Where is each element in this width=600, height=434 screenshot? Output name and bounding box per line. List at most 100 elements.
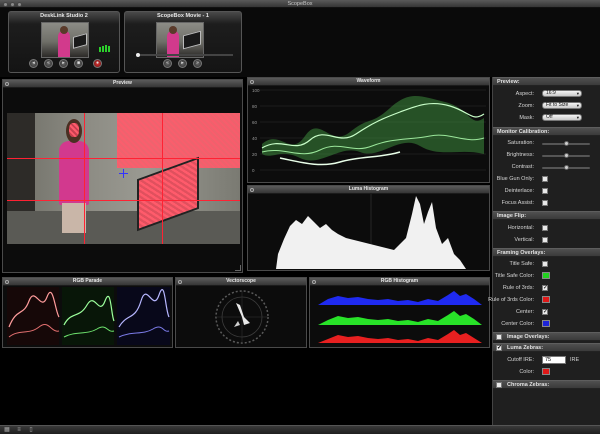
waveform-trace bbox=[260, 89, 486, 171]
scale-label: 100 bbox=[252, 88, 260, 93]
rule-thirds-checkbox[interactable]: ✓ bbox=[542, 285, 548, 291]
aspect-select[interactable]: 16:9 ▾ bbox=[542, 90, 582, 97]
deinterlace-checkbox[interactable] bbox=[542, 188, 548, 194]
mask-select[interactable]: Off ▾ bbox=[542, 114, 582, 121]
zoom-select[interactable]: Fit to Size ▾ bbox=[542, 102, 582, 109]
preview-section-header[interactable]: Preview: bbox=[493, 77, 600, 86]
close-panel-icon[interactable] bbox=[5, 279, 9, 284]
rgb-histogram-graph bbox=[318, 291, 482, 343]
title-safe-color-swatch[interactable] bbox=[542, 272, 550, 279]
luma-zebras-checkbox[interactable]: ✓ bbox=[496, 345, 502, 351]
source-thumbnail[interactable] bbox=[41, 22, 89, 58]
luma-zebras-header[interactable]: ✓ Luma Zebras: bbox=[493, 343, 600, 352]
rule-thirds-color-label: Rule of 3rds Color: bbox=[488, 297, 534, 303]
brightness-label: Brightness: bbox=[506, 152, 534, 158]
horizontal-flip-checkbox[interactable] bbox=[542, 225, 548, 231]
scale-label: 0 bbox=[252, 168, 255, 173]
title-safe-checkbox[interactable] bbox=[542, 261, 548, 267]
close-panel-icon[interactable] bbox=[250, 187, 254, 192]
playhead-knob[interactable] bbox=[136, 52, 140, 57]
close-panel-icon[interactable] bbox=[178, 279, 182, 284]
rewind-button[interactable]: « bbox=[44, 59, 53, 68]
center-color-swatch[interactable] bbox=[542, 320, 550, 327]
blue-gun-checkbox[interactable] bbox=[542, 176, 548, 182]
chroma-zebras-checkbox[interactable] bbox=[496, 382, 502, 388]
cutoff-label: Cutoff IRE: bbox=[507, 357, 534, 363]
stop-button[interactable]: ■ bbox=[74, 59, 83, 68]
close-panel-icon[interactable] bbox=[5, 81, 9, 86]
focus-assist-checkbox[interactable] bbox=[542, 200, 548, 206]
saturation-slider[interactable] bbox=[542, 141, 590, 146]
mute-button[interactable]: ◂ bbox=[29, 59, 38, 68]
bottom-toolbar: ▦ ≡ ▯ bbox=[0, 425, 600, 434]
close-panel-icon[interactable] bbox=[312, 279, 316, 284]
image-overlays-checkbox[interactable] bbox=[496, 334, 502, 340]
play-button[interactable]: ▸ bbox=[178, 59, 187, 68]
center-color-label: Center Color: bbox=[501, 321, 534, 327]
panel-title: RGB Parade bbox=[3, 278, 172, 286]
image-overlays-label: Image Overlays: bbox=[507, 334, 550, 340]
title-safe-color-label: Title Safe Color: bbox=[494, 273, 534, 279]
brightness-slider[interactable] bbox=[542, 153, 590, 158]
vertical-label: Vertical: bbox=[514, 237, 534, 243]
brightness-knob[interactable] bbox=[563, 153, 569, 158]
chroma-zebras-header[interactable]: Chroma Zebras: bbox=[493, 380, 600, 389]
chevron-down-icon: ▾ bbox=[576, 103, 579, 108]
source-name: ScopeBox Movie - 1 bbox=[157, 13, 209, 19]
panel-title: RGB Histogram bbox=[310, 278, 489, 286]
waveform-scale: 100 80 60 40 20 0 bbox=[252, 88, 260, 173]
center-checkbox[interactable]: ✓ bbox=[542, 309, 548, 315]
aspect-label: Aspect: bbox=[515, 91, 534, 97]
close-panel-icon[interactable] bbox=[250, 79, 254, 84]
image-flip-header[interactable]: Image Flip: bbox=[493, 211, 600, 220]
record-button[interactable]: ● bbox=[93, 59, 102, 68]
panel-title: Preview bbox=[3, 80, 242, 88]
vectorscope-panel: Vectorscope bbox=[175, 277, 307, 348]
contrast-slider[interactable] bbox=[542, 165, 590, 170]
cutoff-ire-input[interactable]: 75 bbox=[542, 356, 566, 364]
fast-forward-button[interactable]: » bbox=[193, 59, 202, 68]
mask-label: Mask: bbox=[519, 115, 534, 121]
contrast-knob[interactable] bbox=[563, 165, 569, 170]
scale-label: 20 bbox=[252, 152, 258, 157]
saturation-knob[interactable] bbox=[563, 141, 569, 146]
chevron-down-icon: ▾ bbox=[576, 91, 579, 96]
waveform-panel: Waveform 100 80 60 40 20 0 bbox=[247, 77, 490, 183]
rule-thirds-color-swatch[interactable] bbox=[542, 296, 550, 303]
scale-label: 80 bbox=[252, 104, 258, 109]
image-overlays-header[interactable]: Image Overlays: bbox=[493, 332, 600, 341]
rgb-parade-trace bbox=[7, 287, 170, 345]
zoom-label: Zoom: bbox=[518, 103, 534, 109]
source-card-desklink[interactable]: DeskLink Studio 2 ◂ « ▸ ■ ● bbox=[8, 11, 120, 73]
list-icon[interactable]: ≡ bbox=[16, 427, 22, 433]
luma-zebras-label: Luma Zebras: bbox=[507, 345, 544, 351]
vectorscope-graph bbox=[215, 290, 269, 344]
source-name: DeskLink Studio 2 bbox=[40, 13, 88, 19]
framing-overlays-header[interactable]: Framing Overlays: bbox=[493, 248, 600, 257]
document-icon[interactable]: ▯ bbox=[28, 427, 34, 433]
scale-label: 40 bbox=[252, 136, 258, 141]
source-card-movie[interactable]: ScopeBox Movie - 1 « ▸ » bbox=[124, 11, 242, 73]
rewind-button[interactable]: « bbox=[163, 59, 172, 68]
luma-histogram-panel: Luma Histogram bbox=[247, 185, 490, 271]
monitor-calibration-header[interactable]: Monitor Calibration: bbox=[493, 127, 600, 136]
aspect-value: 16:9 bbox=[546, 90, 556, 96]
rgb-histogram-panel: RGB Histogram bbox=[309, 277, 490, 348]
vertical-flip-checkbox[interactable] bbox=[542, 237, 548, 243]
play-button[interactable]: ▸ bbox=[59, 59, 68, 68]
source-thumbnail[interactable] bbox=[156, 22, 204, 58]
contrast-label: Contrast: bbox=[511, 164, 534, 170]
cutoff-unit: IRE bbox=[570, 357, 580, 363]
panel-title: Vectorscope bbox=[176, 278, 306, 286]
layout-grid-icon[interactable]: ▦ bbox=[4, 427, 10, 433]
center-label: Center: bbox=[515, 309, 534, 315]
deinterlace-label: Deinterlace: bbox=[504, 188, 534, 194]
playhead-track[interactable] bbox=[136, 52, 233, 57]
zoom-value: Fit to Size bbox=[546, 102, 569, 108]
preview-video[interactable] bbox=[7, 113, 240, 244]
rule-thirds-label: Rule of 3rds: bbox=[502, 285, 534, 291]
resize-handle[interactable] bbox=[235, 265, 241, 271]
title-bar: ScopeBox bbox=[0, 0, 600, 8]
zebra-color-swatch[interactable] bbox=[542, 368, 550, 375]
focus-assist-label: Focus Assist: bbox=[501, 200, 534, 206]
